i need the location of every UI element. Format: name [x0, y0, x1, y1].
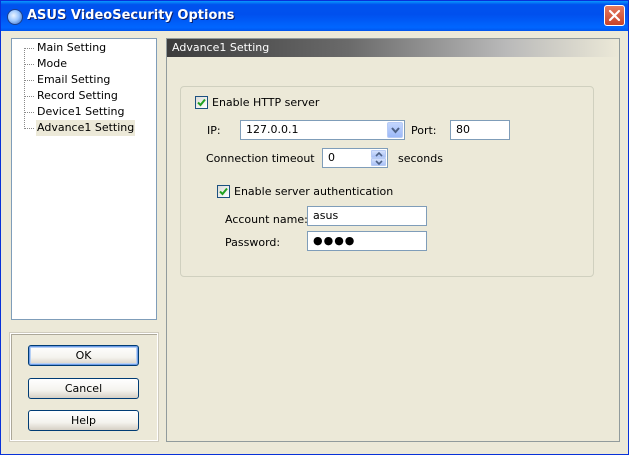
arrow-down-icon	[375, 160, 383, 165]
arrow-up-icon	[375, 152, 383, 157]
action-button-group: OK Cancel Help	[9, 332, 159, 442]
port-label: Port:	[411, 124, 437, 137]
spin-buttons	[371, 150, 386, 166]
checkbox-box[interactable]	[195, 96, 208, 109]
account-name-label: Account name:	[225, 213, 308, 226]
password-value: ●●●●	[313, 234, 356, 247]
checkmark-icon	[219, 187, 228, 196]
spin-down-button[interactable]	[371, 158, 386, 166]
tree-item-label: Main Setting	[37, 41, 107, 54]
close-icon	[608, 9, 621, 22]
ok-button[interactable]: OK	[28, 345, 139, 366]
options-dialog: ASUS VideoSecurity Options Main Setting …	[0, 0, 629, 455]
ip-dropdown-button[interactable]	[387, 122, 403, 138]
tree-connector	[24, 48, 25, 129]
password-label: Password:	[225, 236, 281, 249]
settings-tree[interactable]: Main Setting Mode Email Setting Record S…	[11, 38, 157, 320]
tree-item-label: Device1 Setting	[37, 105, 125, 118]
enable-server-authentication-label: Enable server authentication	[234, 185, 394, 198]
connection-timeout-spinner[interactable]: 0	[322, 148, 388, 168]
panel-header: Advance1 Setting	[167, 39, 619, 57]
enable-http-server-label: Enable HTTP server	[212, 96, 320, 109]
chevron-down-icon	[391, 127, 400, 134]
account-name-input[interactable]: asus	[307, 206, 427, 226]
connection-timeout-label: Connection timeout	[206, 152, 315, 165]
password-input[interactable]: ●●●●	[307, 231, 427, 251]
spin-up-button[interactable]	[371, 150, 386, 158]
help-button[interactable]: Help	[28, 410, 139, 431]
window-title: ASUS VideoSecurity Options	[27, 8, 235, 23]
ip-label: IP:	[207, 124, 221, 137]
port-input[interactable]: 80	[450, 120, 510, 140]
checkmark-icon	[197, 98, 206, 107]
tree-item-label: Advance1 Setting	[36, 120, 136, 136]
tree-item-label: Email Setting	[37, 73, 111, 86]
port-value: 80	[456, 123, 470, 136]
panel-header-title: Advance1 Setting	[172, 41, 270, 54]
ip-value: 127.0.0.1	[246, 123, 299, 136]
connection-timeout-value: 0	[328, 151, 335, 164]
cancel-button[interactable]: Cancel	[28, 378, 139, 399]
checkbox-box[interactable]	[217, 185, 230, 198]
account-name-value: asus	[313, 209, 339, 222]
app-icon	[7, 9, 23, 25]
tree-item-label: Mode	[37, 57, 67, 70]
seconds-unit-label: seconds	[398, 152, 443, 165]
settings-panel: Advance1 Setting Enable HTTP server IP: …	[166, 38, 620, 442]
title-bar[interactable]: ASUS VideoSecurity Options	[1, 1, 628, 31]
close-button[interactable]	[604, 5, 625, 26]
tree-item-label: Record Setting	[37, 89, 118, 102]
dialog-client: Main Setting Mode Email Setting Record S…	[4, 31, 625, 452]
ip-combobox[interactable]: 127.0.0.1	[240, 120, 405, 140]
